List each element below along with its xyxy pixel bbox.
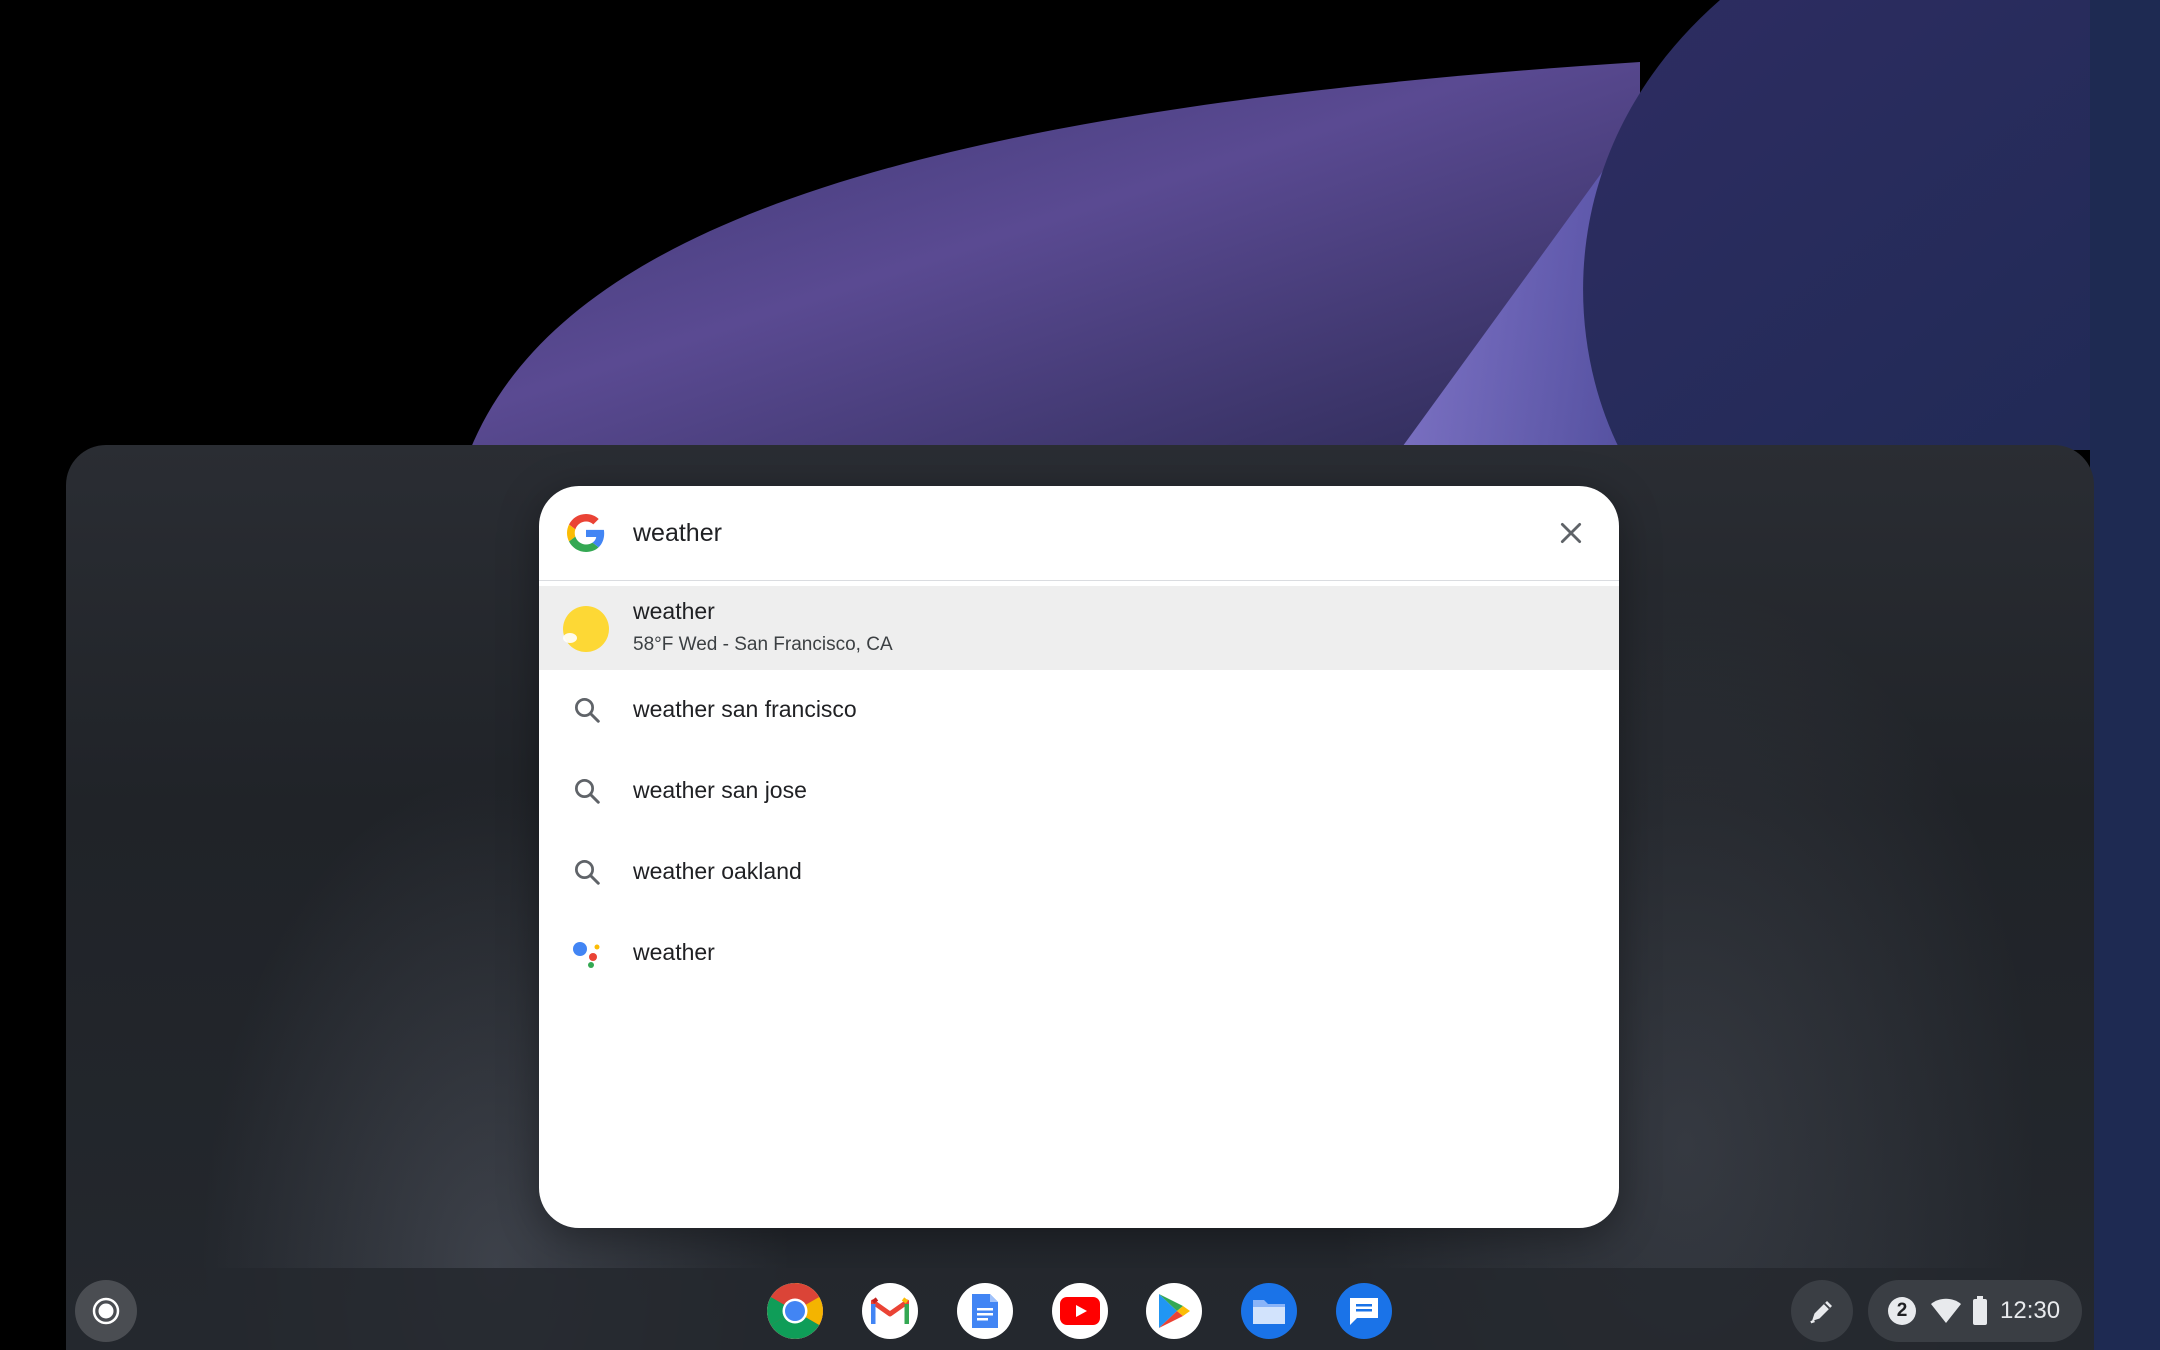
status-tray[interactable]: 2 12:30 bbox=[1868, 1280, 2082, 1342]
pen-icon bbox=[1810, 1301, 1832, 1324]
chrome-icon bbox=[767, 1283, 823, 1339]
result-title: weather bbox=[633, 939, 715, 965]
search-result-suggestion[interactable]: weather oakland bbox=[539, 832, 1619, 913]
search-icon bbox=[567, 771, 607, 811]
messages-icon bbox=[1350, 1298, 1378, 1325]
wifi-icon bbox=[1931, 1298, 1961, 1323]
search-result-suggestion[interactable]: weather san jose bbox=[539, 751, 1619, 832]
google-assistant-icon bbox=[567, 933, 607, 973]
shelf-app-docs[interactable] bbox=[957, 1283, 1013, 1339]
shelf-app-files[interactable] bbox=[1241, 1283, 1297, 1339]
result-title: weather san jose bbox=[633, 777, 807, 803]
stylus-tools-button[interactable] bbox=[1791, 1280, 1853, 1342]
search-bar bbox=[539, 486, 1619, 581]
clear-search-button[interactable] bbox=[1546, 508, 1596, 558]
search-icon bbox=[567, 690, 607, 730]
shelf-app-gmail[interactable] bbox=[862, 1283, 918, 1339]
battery-icon bbox=[1973, 1296, 1987, 1325]
shelf-app-chrome[interactable] bbox=[767, 1283, 823, 1339]
google-g-icon bbox=[567, 514, 605, 552]
shelf-app-play-store[interactable] bbox=[1146, 1283, 1202, 1339]
play-store-icon bbox=[1159, 1294, 1190, 1328]
launcher-circle-icon bbox=[92, 1297, 120, 1325]
search-input[interactable] bbox=[633, 508, 1493, 558]
files-icon bbox=[1253, 1300, 1285, 1324]
search-result-assistant[interactable]: weather bbox=[539, 913, 1619, 994]
launcher-button[interactable] bbox=[75, 1280, 137, 1342]
close-icon bbox=[1560, 522, 1582, 544]
shelf-app-youtube[interactable] bbox=[1052, 1283, 1108, 1339]
youtube-icon bbox=[1060, 1297, 1100, 1325]
result-title: weather san francisco bbox=[633, 696, 857, 722]
result-subtitle: 58°F Wed - San Francisco, CA bbox=[633, 634, 893, 655]
search-result-weather-card[interactable]: weather 58°F Wed - San Francisco, CA bbox=[539, 586, 1619, 670]
notification-count-badge: 2 bbox=[1888, 1297, 1916, 1325]
gmail-icon bbox=[871, 1297, 909, 1324]
docs-icon bbox=[972, 1294, 998, 1328]
search-result-suggestion[interactable]: weather san francisco bbox=[539, 670, 1619, 751]
launcher-search-card: weather 58°F Wed - San Francisco, CA wea… bbox=[539, 486, 1619, 1228]
result-title: weather oakland bbox=[633, 858, 802, 884]
wallpaper-edge bbox=[2090, 0, 2160, 1350]
search-icon bbox=[567, 852, 607, 892]
weather-sun-icon bbox=[561, 604, 611, 654]
clock: 12:30 bbox=[2000, 1297, 2061, 1324]
shelf-app-messages[interactable] bbox=[1336, 1283, 1392, 1339]
search-results-list: weather 58°F Wed - San Francisco, CA wea… bbox=[539, 586, 1619, 994]
desktop: weather 58°F Wed - San Francisco, CA wea… bbox=[0, 0, 2160, 1350]
result-title: weather bbox=[633, 598, 715, 624]
